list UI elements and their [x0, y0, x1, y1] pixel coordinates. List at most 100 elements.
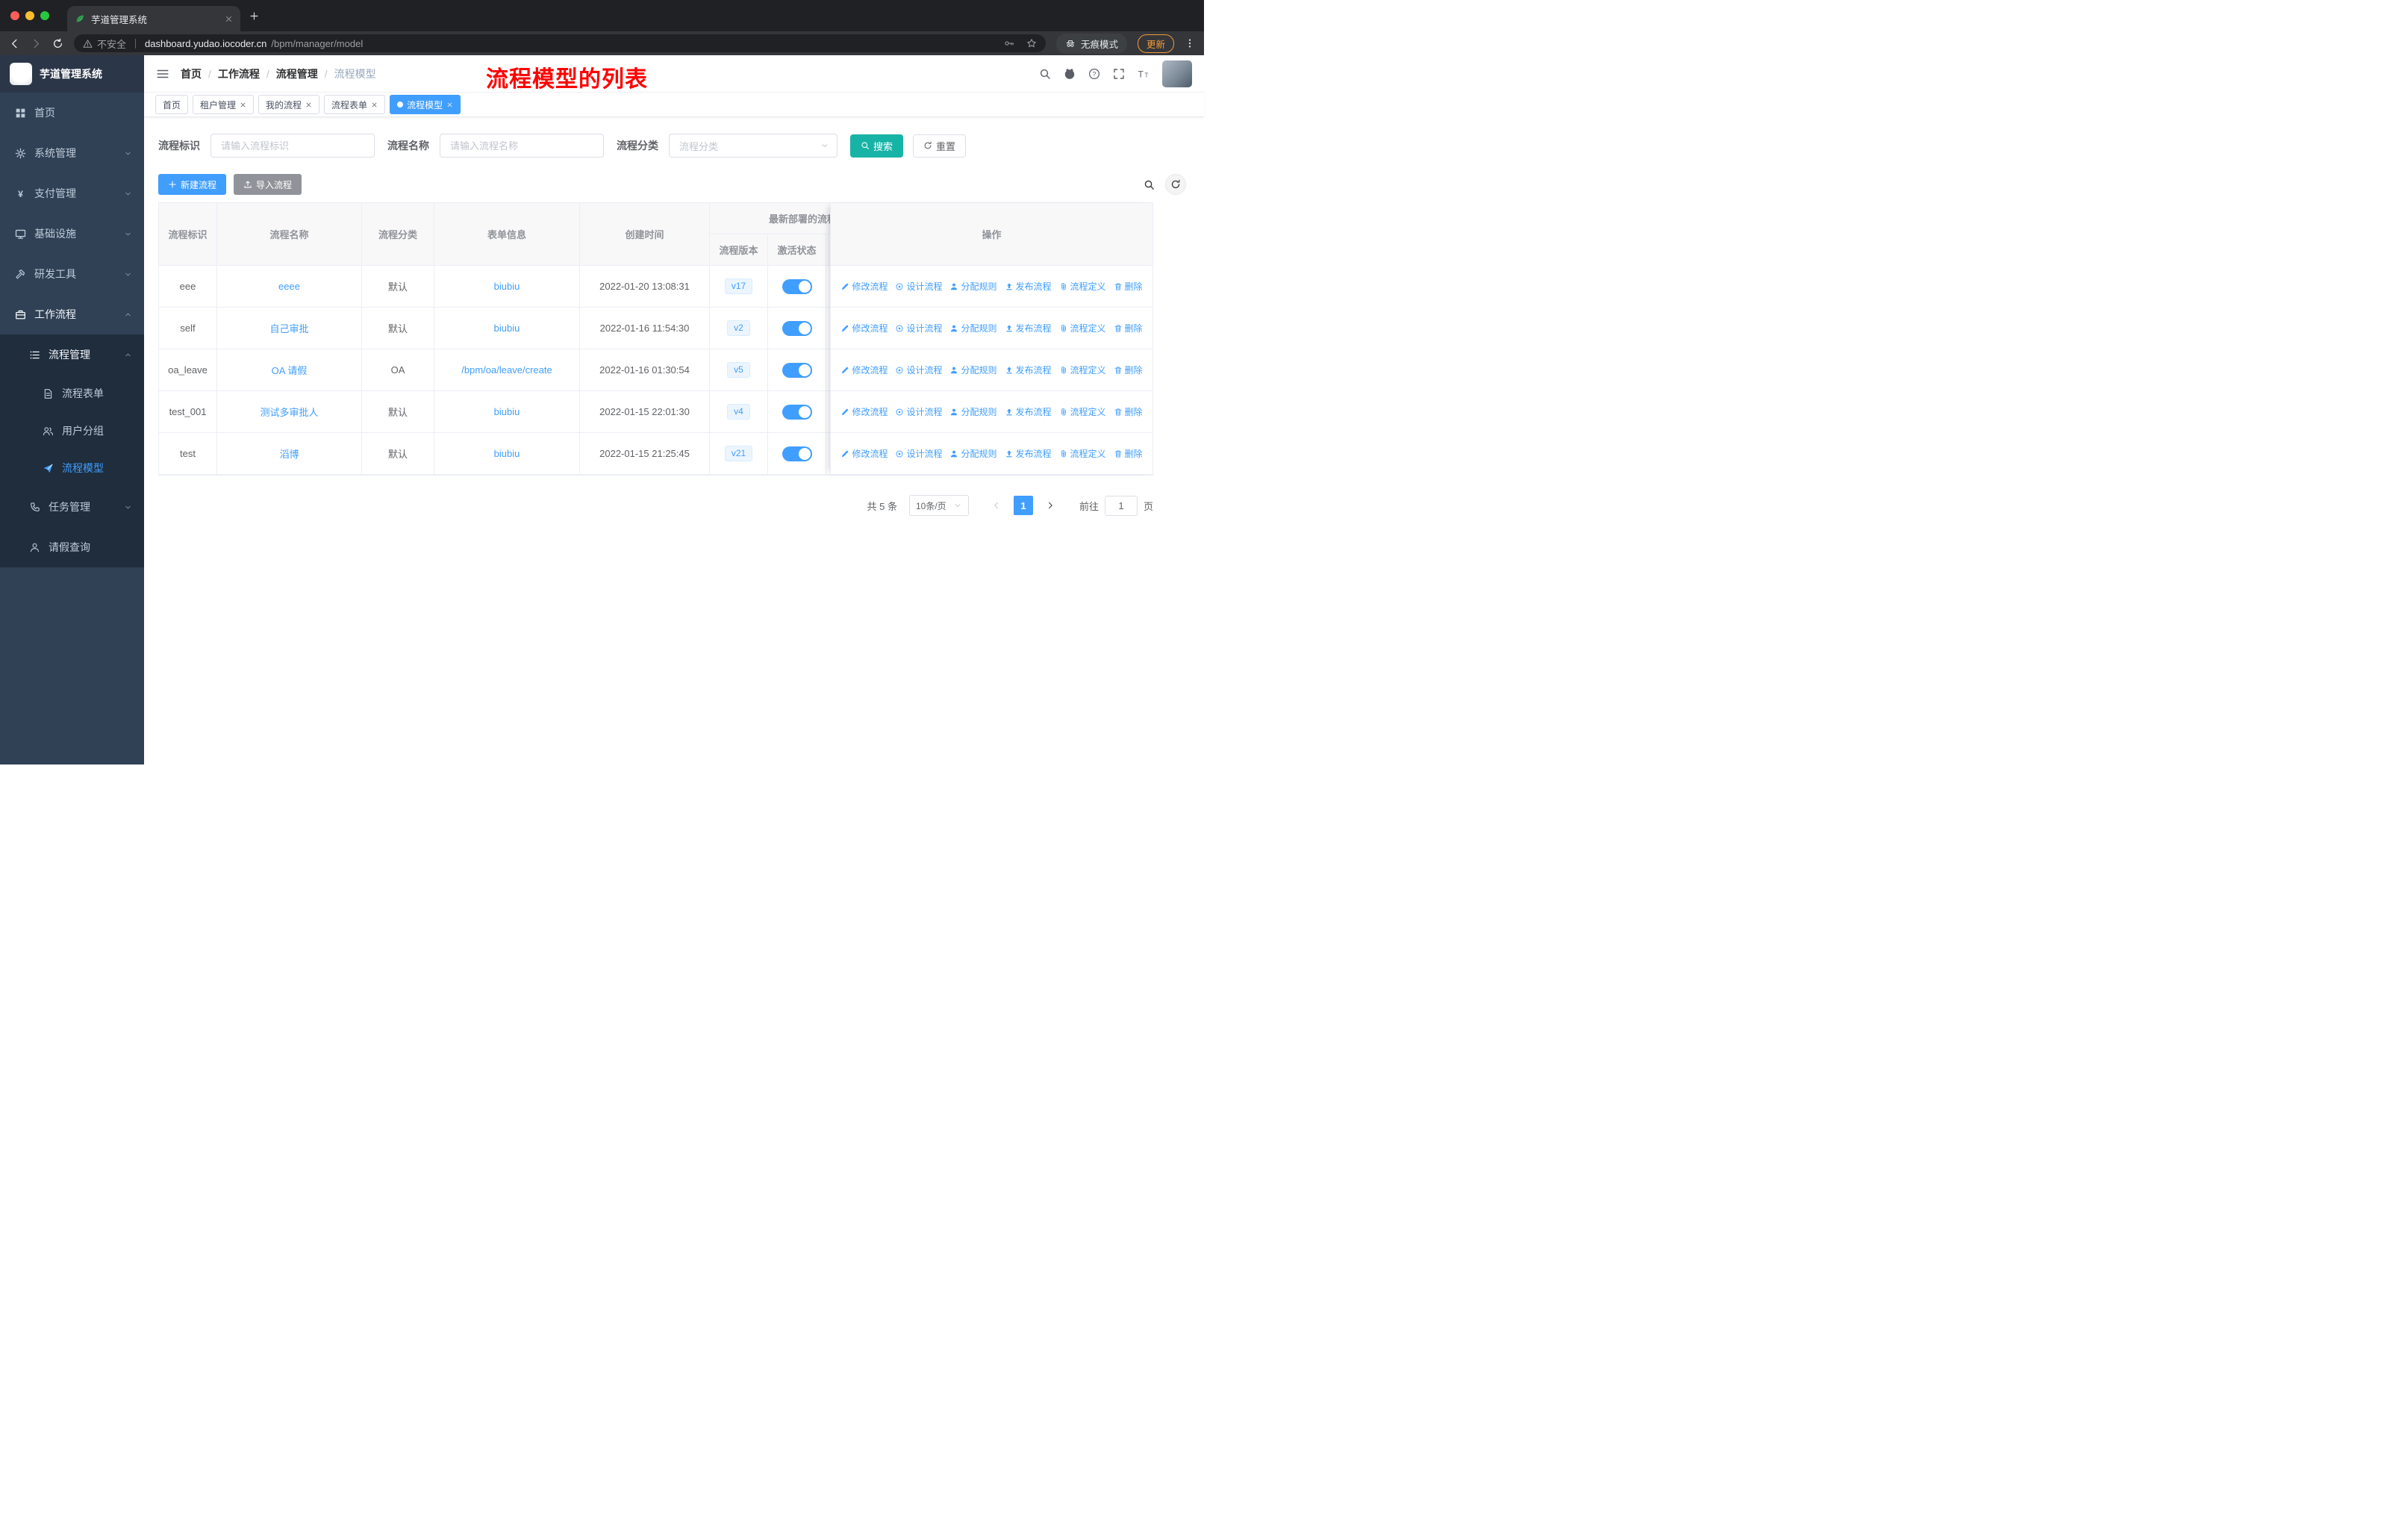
- process-key-input[interactable]: [210, 134, 375, 158]
- close-icon[interactable]: [446, 102, 453, 108]
- delete-process-button[interactable]: 删除: [1114, 447, 1143, 460]
- form-link[interactable]: biubiu: [494, 323, 520, 334]
- form-link[interactable]: biubiu: [494, 281, 520, 292]
- design-process-button[interactable]: 设计流程: [895, 322, 942, 334]
- sidebar-item-devtools[interactable]: 研发工具: [0, 254, 144, 294]
- publish-process-button[interactable]: 发布流程: [1005, 280, 1052, 293]
- active-toggle[interactable]: [782, 404, 812, 420]
- sidebar-item-payment-management[interactable]: ¥ 支付管理: [0, 173, 144, 214]
- help-icon[interactable]: ?: [1088, 68, 1100, 80]
- delete-process-button[interactable]: 删除: [1114, 280, 1143, 293]
- process-name-link[interactable]: OA 请假: [272, 363, 308, 377]
- form-link[interactable]: biubiu: [494, 448, 520, 459]
- assign-rules-button[interactable]: 分配规则: [949, 280, 997, 293]
- process-definition-button[interactable]: 流程定义: [1059, 447, 1106, 460]
- prev-page-button[interactable]: [987, 496, 1006, 515]
- browser-tab[interactable]: 芋道管理系统: [67, 6, 240, 31]
- tag-chip[interactable]: 流程模型: [390, 95, 461, 114]
- assign-rules-button[interactable]: 分配规则: [949, 322, 997, 334]
- sidebar-item-leave-query[interactable]: 请假查询: [0, 527, 144, 567]
- design-process-button[interactable]: 设计流程: [895, 364, 942, 376]
- form-link[interactable]: biubiu: [494, 406, 520, 417]
- assign-rules-button[interactable]: 分配规则: [949, 364, 997, 376]
- breadcrumb-item[interactable]: 工作流程: [218, 66, 260, 81]
- design-process-button[interactable]: 设计流程: [895, 447, 942, 460]
- edit-process-button[interactable]: 修改流程: [840, 447, 888, 460]
- breadcrumb-item[interactable]: 流程管理: [276, 66, 318, 81]
- sidebar-item-home[interactable]: 首页: [0, 93, 144, 133]
- sidebar-item-task-management[interactable]: 任务管理: [0, 487, 144, 527]
- edit-process-button[interactable]: 修改流程: [840, 364, 888, 376]
- delete-process-button[interactable]: 删除: [1114, 405, 1143, 418]
- publish-process-button[interactable]: 发布流程: [1005, 322, 1052, 334]
- fullscreen-button[interactable]: [1113, 68, 1125, 80]
- breadcrumb-item[interactable]: 首页: [181, 66, 202, 81]
- edit-process-button[interactable]: 修改流程: [840, 322, 888, 334]
- publish-process-button[interactable]: 发布流程: [1005, 405, 1052, 418]
- reload-button[interactable]: [52, 38, 63, 49]
- toggle-search-button[interactable]: [1144, 179, 1155, 190]
- delete-process-button[interactable]: 删除: [1114, 322, 1143, 334]
- active-toggle[interactable]: [782, 278, 812, 294]
- create-process-button[interactable]: 新建流程: [158, 174, 227, 195]
- active-toggle[interactable]: [782, 446, 812, 461]
- process-definition-button[interactable]: 流程定义: [1059, 364, 1106, 376]
- import-process-button[interactable]: 导入流程: [234, 174, 302, 195]
- tag-chip[interactable]: 流程表单: [324, 95, 386, 114]
- close-icon[interactable]: [225, 15, 233, 23]
- bookmark-star-icon[interactable]: [1026, 38, 1037, 49]
- sidebar-item-workflow[interactable]: 工作流程: [0, 294, 144, 334]
- goto-page-input[interactable]: [1104, 495, 1138, 516]
- key-icon[interactable]: [1004, 38, 1014, 49]
- sidebar-item-infrastructure[interactable]: 基础设施: [0, 214, 144, 254]
- tag-chip[interactable]: 首页: [155, 95, 189, 114]
- window-minimize-button[interactable]: [25, 11, 34, 20]
- assign-rules-button[interactable]: 分配规则: [949, 447, 997, 460]
- edit-process-button[interactable]: 修改流程: [840, 280, 888, 293]
- forward-button[interactable]: [31, 38, 42, 49]
- new-tab-button[interactable]: [249, 11, 259, 21]
- sidebar-item-process-form[interactable]: 流程表单: [0, 375, 144, 412]
- sidebar-item-process-management[interactable]: 流程管理: [0, 334, 144, 375]
- process-definition-button[interactable]: 流程定义: [1059, 322, 1106, 334]
- sidebar-collapse-button[interactable]: [156, 67, 169, 81]
- sidebar-item-system-management[interactable]: 系统管理: [0, 133, 144, 173]
- category-select[interactable]: 流程分类: [669, 134, 838, 158]
- form-link[interactable]: /bpm/oa/leave/create: [461, 364, 552, 376]
- search-submit-button[interactable]: 搜索: [850, 134, 904, 158]
- font-size-button[interactable]: TT: [1138, 68, 1150, 80]
- reset-button[interactable]: 重置: [913, 134, 967, 158]
- update-button[interactable]: 更新: [1137, 34, 1174, 53]
- process-name-link[interactable]: 测试多审批人: [260, 405, 318, 419]
- close-icon[interactable]: [240, 102, 246, 108]
- next-page-button[interactable]: [1041, 496, 1060, 515]
- publish-process-button[interactable]: 发布流程: [1005, 447, 1052, 460]
- process-name-link[interactable]: 滔博: [279, 446, 299, 461]
- sidebar-item-process-model[interactable]: 流程模型: [0, 449, 144, 487]
- browser-menu-button[interactable]: [1185, 38, 1195, 49]
- process-definition-button[interactable]: 流程定义: [1059, 405, 1106, 418]
- search-icon[interactable]: [1039, 68, 1051, 80]
- refresh-table-button[interactable]: [1165, 174, 1186, 195]
- delete-process-button[interactable]: 删除: [1114, 364, 1143, 376]
- edit-process-button[interactable]: 修改流程: [840, 405, 888, 418]
- tag-chip[interactable]: 租户管理: [193, 95, 255, 114]
- back-button[interactable]: [9, 38, 20, 49]
- process-name-link[interactable]: eeee: [278, 281, 300, 292]
- assign-rules-button[interactable]: 分配规则: [949, 405, 997, 418]
- page-number-button[interactable]: 1: [1013, 496, 1033, 515]
- design-process-button[interactable]: 设计流程: [895, 405, 942, 418]
- active-toggle[interactable]: [782, 362, 812, 378]
- user-avatar[interactable]: [1162, 60, 1192, 87]
- publish-process-button[interactable]: 发布流程: [1005, 364, 1052, 376]
- design-process-button[interactable]: 设计流程: [895, 280, 942, 293]
- window-zoom-button[interactable]: [40, 11, 49, 20]
- close-icon[interactable]: [305, 102, 312, 108]
- address-bar[interactable]: 不安全 dashboard.yudao.iocoder.cn/bpm/manag…: [74, 34, 1046, 52]
- process-name-input[interactable]: [440, 134, 604, 158]
- active-toggle[interactable]: [782, 320, 812, 336]
- page-size-select[interactable]: 10条/页: [908, 495, 969, 516]
- window-close-button[interactable]: [10, 11, 19, 20]
- process-definition-button[interactable]: 流程定义: [1059, 280, 1106, 293]
- close-icon[interactable]: [371, 102, 378, 108]
